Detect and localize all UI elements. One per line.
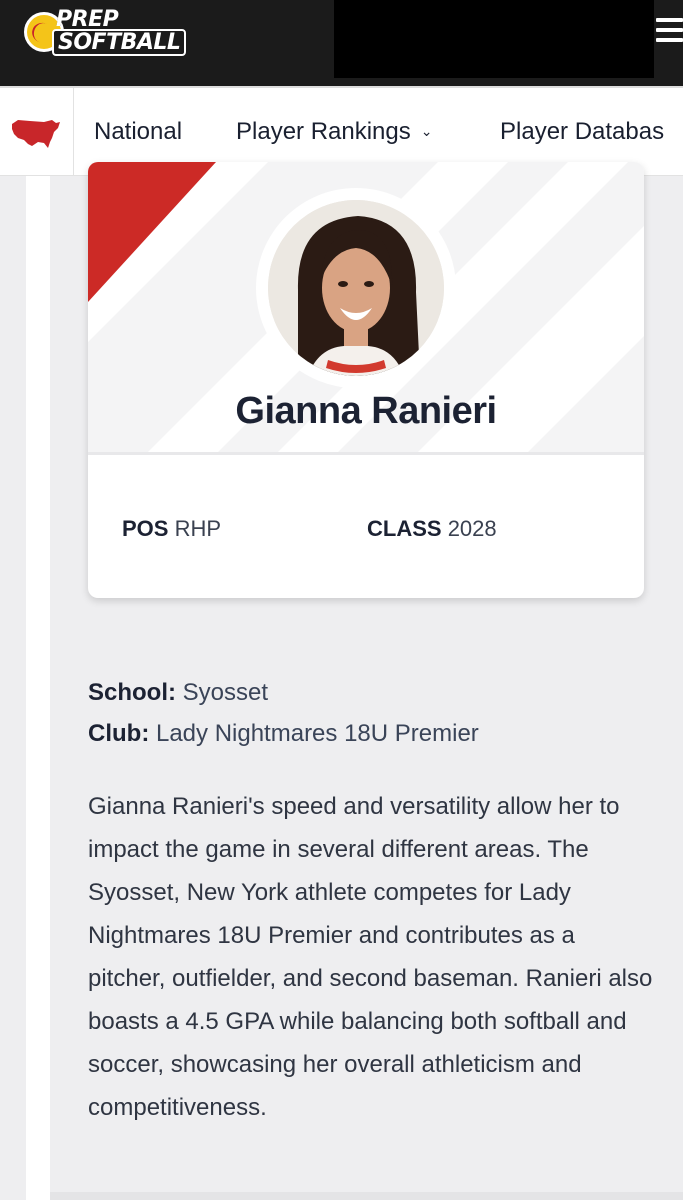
nav-divider [73, 88, 74, 175]
stat-position-label: POS [122, 516, 169, 541]
nav-national[interactable]: National [94, 118, 182, 146]
nav-player-rankings[interactable]: Player Rankings ⌄ [236, 118, 432, 146]
player-card-header: Gianna Ranieri [88, 162, 644, 454]
club-value: Lady Nightmares 18U Premier [155, 720, 479, 747]
nav-player-database[interactable]: Player Databas [500, 118, 664, 146]
player-details: School: Syosset Club: Lady Nightmares 18… [88, 672, 658, 754]
club-label: Club: [88, 720, 150, 747]
redacted-block [334, 0, 654, 78]
usa-map-icon[interactable] [10, 116, 62, 150]
nav-player-rankings-label: Player Rankings [236, 118, 411, 145]
logo-text-softball: SOFTBALL [52, 29, 187, 56]
site-header: PREP SOFTBALL [0, 0, 683, 86]
school-line: School: Syosset [88, 672, 658, 713]
player-name: Gianna Ranieri [235, 390, 497, 432]
avatar-ring [256, 188, 456, 388]
stat-class-label: CLASS [367, 516, 442, 541]
prep-softball-logo[interactable]: PREP SOFTBALL [24, 8, 187, 58]
card-divider [88, 452, 644, 455]
player-card: Gianna Ranieri POS RHP CLASS 2028 [88, 162, 644, 598]
red-corner-accent [88, 162, 216, 302]
chevron-down-icon: ⌄ [420, 123, 433, 139]
player-avatar [268, 200, 444, 376]
hamburger-icon[interactable] [656, 18, 683, 44]
school-label: School: [88, 679, 176, 706]
stat-position: POS RHP [122, 516, 221, 542]
school-value: Syosset [182, 679, 269, 706]
stat-class: CLASS 2028 [367, 516, 497, 542]
bottom-edge [50, 1192, 683, 1200]
club-line: Club: Lady Nightmares 18U Premier [88, 713, 658, 754]
player-bio: Gianna Ranieri's speed and versatility a… [88, 793, 653, 1121]
stat-class-value: 2028 [447, 516, 497, 541]
left-rail [26, 176, 50, 1200]
logo-text-prep: PREP [56, 7, 119, 32]
stat-position-value: RHP [174, 516, 222, 541]
